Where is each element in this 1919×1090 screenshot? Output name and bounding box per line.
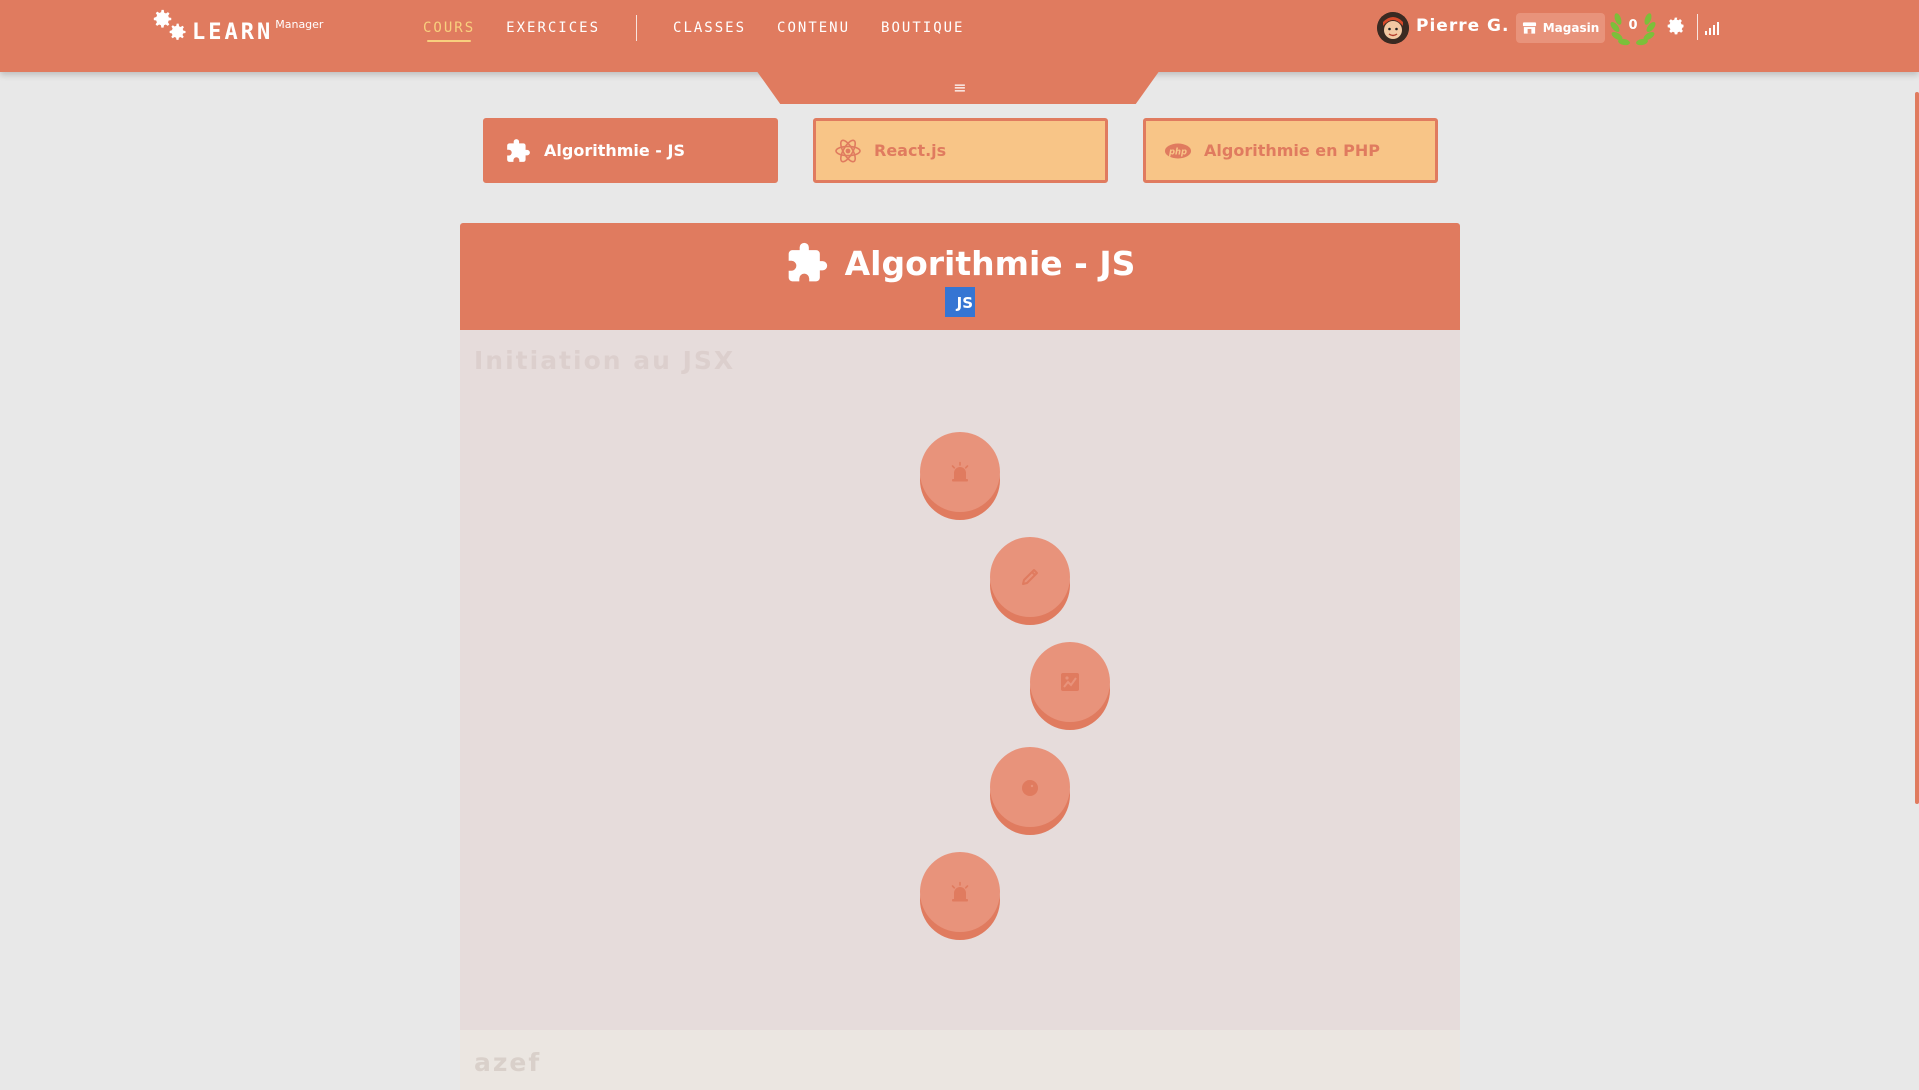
course-tab-algorithmie-js[interactable]: Algorithmie - JS bbox=[483, 118, 778, 183]
nav-item-exercices[interactable]: EXERCICES bbox=[506, 20, 600, 36]
course-section: Initiation au JSX bbox=[460, 330, 1460, 1030]
js-badge-icon: JS bbox=[945, 287, 975, 317]
puzzle-icon bbox=[788, 242, 827, 282]
course-tab-label: Algorithmie - JS bbox=[544, 141, 685, 160]
chart-icon bbox=[1061, 673, 1079, 691]
php-icon: php bbox=[1164, 137, 1192, 165]
nav-item-contenu[interactable]: CONTENU bbox=[777, 20, 850, 36]
course-section: azef bbox=[460, 1030, 1460, 1090]
svg-text:php: php bbox=[1168, 146, 1187, 156]
laurel-count: 0 bbox=[1628, 18, 1638, 33]
lesson-node[interactable] bbox=[990, 537, 1070, 625]
logo-subtitle: Manager bbox=[275, 18, 324, 31]
react-icon bbox=[834, 137, 862, 165]
lesson-node[interactable] bbox=[920, 852, 1000, 940]
menu-toggle-button[interactable]: ≡ bbox=[948, 78, 972, 98]
course-header: Algorithmie - JS JS bbox=[460, 223, 1460, 330]
user-name[interactable]: Pierre G. bbox=[1416, 16, 1509, 36]
avatar[interactable] bbox=[1377, 12, 1409, 44]
gears-icon bbox=[152, 8, 192, 44]
nav-item-boutique[interactable]: BOUTIQUE bbox=[881, 20, 964, 36]
shop-button-label: Magasin bbox=[1542, 21, 1600, 35]
nav-item-classes[interactable]: CLASSES bbox=[673, 20, 746, 36]
shop-button[interactable]: Magasin bbox=[1516, 13, 1605, 43]
signal-bars-icon[interactable] bbox=[1704, 18, 1722, 36]
gear-icon[interactable] bbox=[1666, 16, 1686, 36]
logo-text: LEARN bbox=[192, 20, 274, 45]
alarm-icon bbox=[951, 461, 969, 482]
course-tab-react[interactable]: React.js bbox=[813, 118, 1108, 183]
course-title-row: Algorithmie - JS bbox=[460, 241, 1460, 285]
course-tab-php[interactable]: php Algorithmie en PHP bbox=[1143, 118, 1438, 183]
pencil-icon bbox=[1022, 569, 1038, 585]
lesson-node[interactable] bbox=[1030, 642, 1110, 730]
course-tab-label: React.js bbox=[874, 141, 947, 160]
section-title: azef bbox=[474, 1048, 542, 1077]
app-logo[interactable]: LEARN Manager bbox=[152, 8, 324, 45]
puzzle-icon bbox=[504, 137, 532, 165]
avatar-face-icon bbox=[1377, 12, 1409, 44]
store-icon bbox=[1522, 22, 1536, 34]
alarm-icon bbox=[951, 881, 969, 902]
section-title: Initiation au JSX bbox=[474, 346, 736, 375]
chick-icon bbox=[1022, 780, 1038, 796]
main-nav: COURS EXERCICES CLASSES CONTENU BOUTIQUE bbox=[423, 0, 995, 56]
nav-item-cours[interactable]: COURS bbox=[423, 20, 475, 42]
course-tab-label: Algorithmie en PHP bbox=[1204, 141, 1380, 160]
nav-divider bbox=[636, 15, 638, 41]
page-scrollbar[interactable] bbox=[1915, 92, 1919, 804]
lesson-node[interactable] bbox=[920, 432, 1000, 520]
lesson-node[interactable] bbox=[990, 747, 1070, 835]
header-divider bbox=[1697, 14, 1698, 40]
course-title: Algorithmie - JS bbox=[844, 243, 1136, 283]
